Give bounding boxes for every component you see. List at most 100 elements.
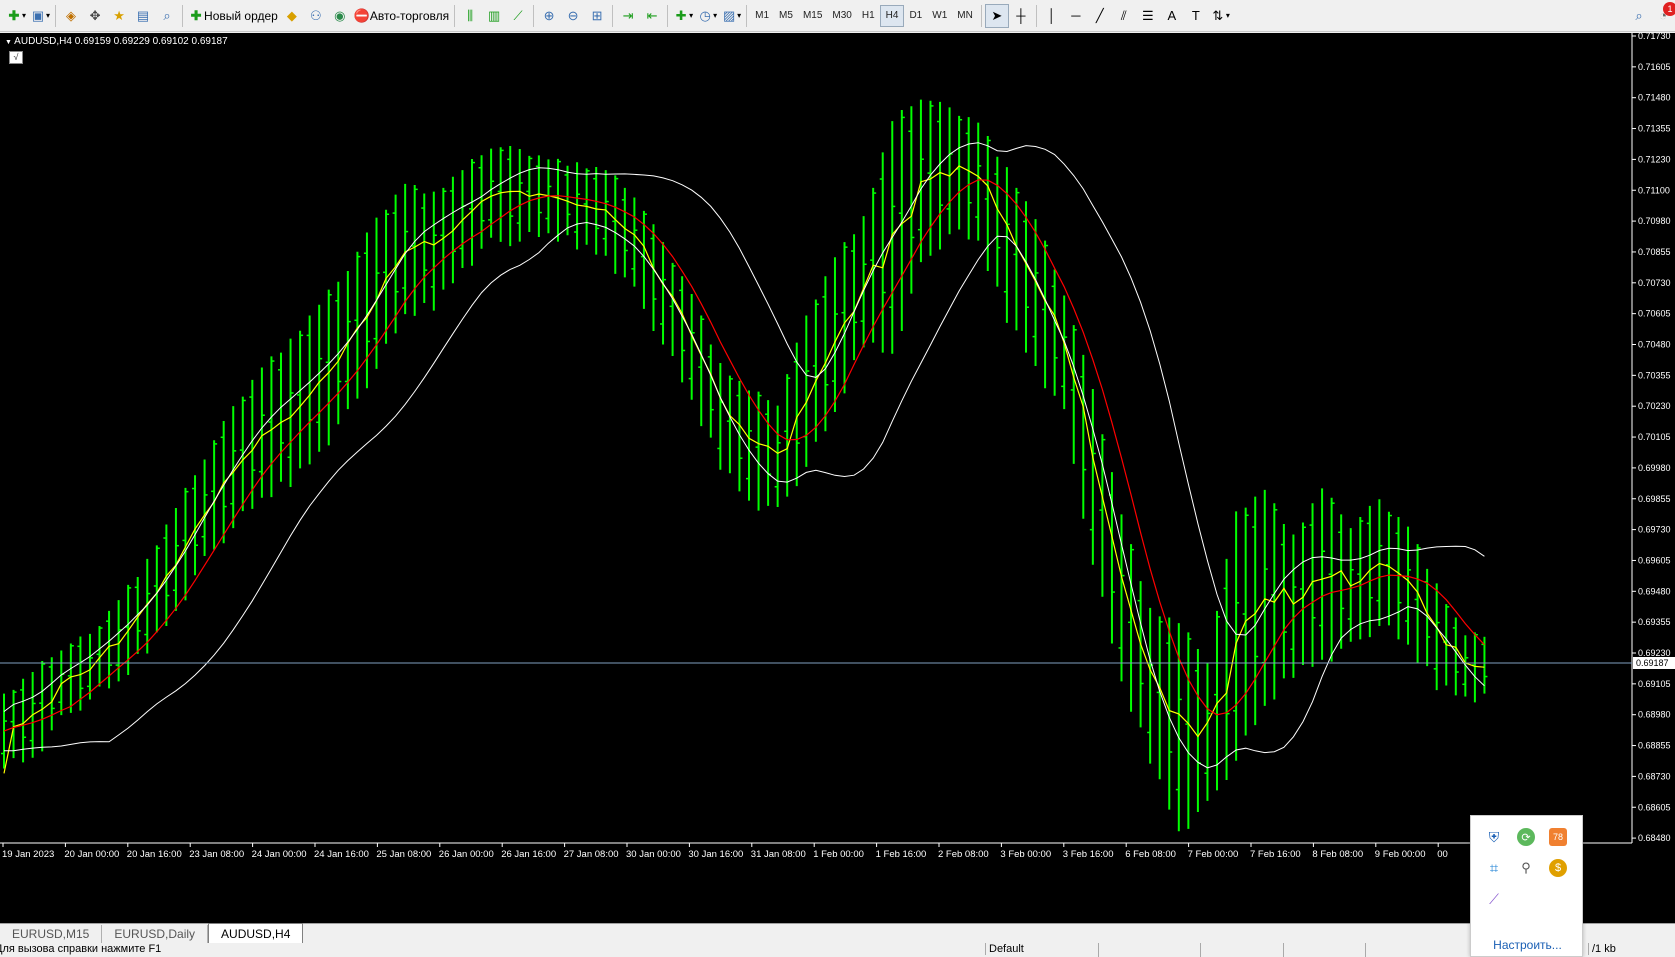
tf-d1[interactable]: D1 xyxy=(904,5,927,27)
time-label: 3 Feb 00:00 xyxy=(1000,849,1051,860)
auto-scroll-button[interactable]: ⇥ xyxy=(616,4,640,28)
price-chart[interactable]: 0.71730 0.71605 0.71480 0.71355 0.71230 0.711… xyxy=(0,33,1675,923)
status-profile: Default xyxy=(985,943,1024,955)
tf-m5[interactable]: M5 xyxy=(774,5,798,27)
price-label: 0.70105 xyxy=(1638,432,1671,442)
chart-shift-button[interactable]: ⇤ xyxy=(640,4,664,28)
tf-h1[interactable]: H1 xyxy=(857,5,880,27)
arrows-button[interactable]: ⇅ ▾ xyxy=(1208,4,1232,28)
new-chart-button[interactable]: ✚ ▾ xyxy=(4,4,28,28)
navigator-button[interactable]: ★ xyxy=(107,4,131,28)
time-label: 7 Feb 16:00 xyxy=(1250,849,1301,860)
text-button[interactable]: A xyxy=(1160,4,1184,28)
time-label: 20 Jan 00:00 xyxy=(64,849,119,860)
zoom-in-button[interactable]: ⊕ xyxy=(537,4,561,28)
price-label: 0.69855 xyxy=(1638,494,1671,504)
channel-button[interactable]: ⫽ xyxy=(1112,4,1136,28)
vertical-line-button[interactable]: │ xyxy=(1040,4,1064,28)
chart-window[interactable]: 0.71730 0.71605 0.71480 0.71355 0.71230 0.711… xyxy=(0,33,1675,923)
auto-trading-button[interactable]: ⛔ Авто-торговля xyxy=(352,4,451,28)
tile-windows-button[interactable]: ⊞ xyxy=(585,4,609,28)
shield-icon[interactable]: ⛨ xyxy=(1485,828,1503,846)
tab-eurusd-m15[interactable]: EURUSD,M15 xyxy=(0,925,103,943)
lower-band-line xyxy=(4,221,1485,769)
search-button[interactable]: ⌕ xyxy=(1627,4,1651,28)
notifications-button[interactable]: ◔ 1 xyxy=(1651,1,1675,28)
line-chart-icon: ⟋ xyxy=(513,7,523,23)
tf-w1[interactable]: W1 xyxy=(927,5,952,27)
chart-shift-icon: ⇤ xyxy=(646,7,658,23)
trendline-button[interactable]: ╱ xyxy=(1088,4,1112,28)
bar-chart-button[interactable]: ⫼ xyxy=(458,4,482,28)
tf-h4[interactable]: H4 xyxy=(879,4,905,27)
tab-eurusd-daily[interactable]: EURUSD,Daily xyxy=(102,925,209,943)
tray-customize-link[interactable]: Настроить... xyxy=(1471,938,1584,952)
usb-icon[interactable]: ⚲ xyxy=(1517,859,1535,877)
chart-tabs: EURUSD,M15 EURUSD,Daily AUDUSD,H4 xyxy=(0,923,1675,943)
time-label: 23 Jan 08:00 xyxy=(189,849,244,860)
tf-m15[interactable]: M15 xyxy=(798,5,827,27)
badge-78-icon[interactable]: 78 xyxy=(1549,828,1567,846)
profiles-icon: ▣ xyxy=(31,7,45,23)
upper-band-line xyxy=(3,142,1485,712)
symbol-ohlc: AUDUSD,H4 0.69159 0.69229 0.69102 0.6918… xyxy=(14,36,228,47)
tab-audusd-h4[interactable]: AUDUSD,H4 xyxy=(208,923,304,943)
market-button[interactable]: ◉ xyxy=(328,4,352,28)
new-order-icon: ✚ xyxy=(190,7,202,23)
profiles-button[interactable]: ▣ ▾ xyxy=(28,4,52,28)
coin-icon[interactable]: $ xyxy=(1549,859,1567,877)
text-label-icon: T xyxy=(1191,7,1200,23)
feather-icon[interactable]: ⟋ xyxy=(1485,890,1503,908)
price-label: 0.70480 xyxy=(1638,340,1671,350)
tf-mn[interactable]: MN xyxy=(952,5,978,27)
price-label: 0.69605 xyxy=(1638,555,1671,565)
horizontal-line-icon: ─ xyxy=(1071,7,1081,23)
crosshair-button[interactable]: ┼ xyxy=(1009,4,1033,28)
text-icon: A xyxy=(1167,7,1177,23)
symbol-info: ▼ AUDUSD,H4 0.69159 0.69229 0.69102 0.69… xyxy=(5,36,228,47)
new-order-button[interactable]: ✚ Новый ордер xyxy=(186,4,280,28)
time-label: 25 Jan 08:00 xyxy=(376,849,431,860)
update-icon[interactable]: ⟳ xyxy=(1517,828,1535,846)
one-click-trading-button[interactable]: √ xyxy=(9,51,23,64)
price-label: 0.71480 xyxy=(1638,93,1671,103)
data-window-button[interactable]: ✥ xyxy=(83,4,107,28)
zoom-out-button[interactable]: ⊖ xyxy=(561,4,585,28)
tf-m30[interactable]: M30 xyxy=(827,5,856,27)
main-toolbar: ✚ ▾ ▣ ▾ ◈ ✥ ★ ▤ ⌕ ✚ Новый ордер ◆ ⚇ ◉ ⛔ Авто… xyxy=(0,0,1675,32)
tf-m1[interactable]: M1 xyxy=(750,5,774,27)
horizontal-line-button[interactable]: ─ xyxy=(1064,4,1088,28)
price-label: 0.71605 xyxy=(1638,62,1671,72)
templates-icon: ▨ xyxy=(722,7,736,23)
metaeditor-button[interactable]: ◆ xyxy=(280,4,304,28)
label-button[interactable]: T xyxy=(1184,4,1208,28)
price-label: 0.71230 xyxy=(1638,154,1671,164)
tester-button[interactable]: ⌕ xyxy=(155,4,179,28)
crop-icon[interactable]: ⌗ xyxy=(1485,859,1503,877)
status-traffic: /1 kb xyxy=(1588,943,1616,955)
candlestick-icon: ▥ xyxy=(487,7,501,23)
indicators-button[interactable]: ✚ ▾ xyxy=(671,4,695,28)
templates-button[interactable]: ▨ ▾ xyxy=(719,4,743,28)
notification-badge: 1 xyxy=(1663,1,1675,16)
price-label: 0.69230 xyxy=(1638,648,1671,658)
metaeditor-icon: ◆ xyxy=(286,7,297,23)
cursor-button[interactable]: ➤ xyxy=(984,3,1009,28)
time-label: 19 Jan 2023 xyxy=(2,849,54,860)
indicators-icon: ✚ xyxy=(675,7,687,23)
status-help: Для вызова справки нажмите F1 xyxy=(0,943,162,955)
price-label: 0.68480 xyxy=(1638,833,1671,843)
fibo-button[interactable]: ☰ xyxy=(1136,4,1160,28)
time-label: 8 Feb 08:00 xyxy=(1312,849,1363,860)
market-watch-button[interactable]: ◈ xyxy=(59,4,83,28)
terminal-button[interactable]: ▤ xyxy=(131,4,155,28)
time-label: 00 xyxy=(1437,849,1448,860)
signals-button[interactable]: ⚇ xyxy=(304,4,328,28)
bar-chart-icon: ⫼ xyxy=(467,7,474,23)
periods-button[interactable]: ◷ ▾ xyxy=(695,4,719,28)
crosshair-icon: ┼ xyxy=(1016,7,1026,23)
price-label: 0.69730 xyxy=(1638,525,1671,535)
candlestick-button[interactable]: ▥ xyxy=(482,4,506,28)
search-icon: ⌕ xyxy=(1635,7,1643,23)
line-chart-button[interactable]: ⟋ xyxy=(506,4,530,28)
